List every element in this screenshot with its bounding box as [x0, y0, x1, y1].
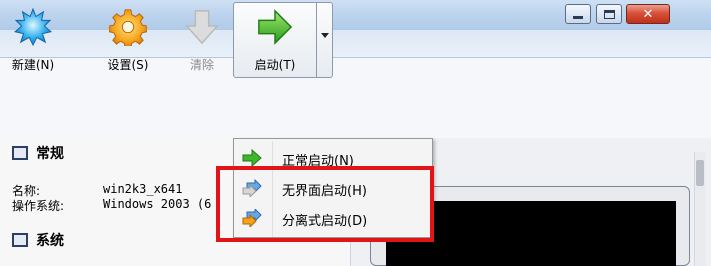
chevron-down-icon[interactable]: [321, 33, 329, 38]
green-arrow-icon: [242, 149, 262, 167]
green-arrow-icon: [258, 9, 293, 45]
os-value: Windows 2003 (6: [103, 197, 212, 211]
settings-button[interactable]: 设置(S): [98, 4, 158, 78]
new-button[interactable]: 新建(N): [10, 4, 56, 78]
highlight-annotation: [216, 166, 434, 242]
system-section-heading[interactable]: 系统: [12, 230, 64, 250]
general-heading-text: 常规: [36, 146, 64, 162]
os-label: 操作系统:: [12, 199, 65, 213]
general-section-heading[interactable]: 常规: [12, 143, 64, 163]
name-value: win2k3_x641: [103, 182, 183, 196]
maximize-icon: [603, 9, 615, 19]
monitor-icon: [12, 146, 28, 160]
close-button[interactable]: ✕: [626, 4, 670, 24]
settings-button-label: 设置(S): [107, 58, 149, 72]
close-icon: ✕: [642, 6, 654, 22]
new-button-label: 新建(N): [11, 58, 55, 72]
discard-button[interactable]: 清除: [180, 4, 224, 78]
start-button[interactable]: 启动(T): [236, 4, 314, 78]
chip-icon: [12, 233, 28, 247]
arrow-down-icon: [185, 10, 219, 45]
split-divider: [316, 3, 317, 77]
scrollbar-thumb[interactable]: [696, 160, 704, 186]
discard-button-label: 清除: [189, 58, 214, 72]
minimize-icon: [573, 15, 583, 19]
maximize-button[interactable]: [596, 4, 622, 24]
minimize-button[interactable]: [565, 4, 591, 24]
gear-icon: [109, 9, 147, 46]
start-button-label: 启动(T): [254, 58, 296, 72]
new-star-icon: [14, 8, 52, 46]
system-heading-text: 系统: [36, 233, 64, 249]
